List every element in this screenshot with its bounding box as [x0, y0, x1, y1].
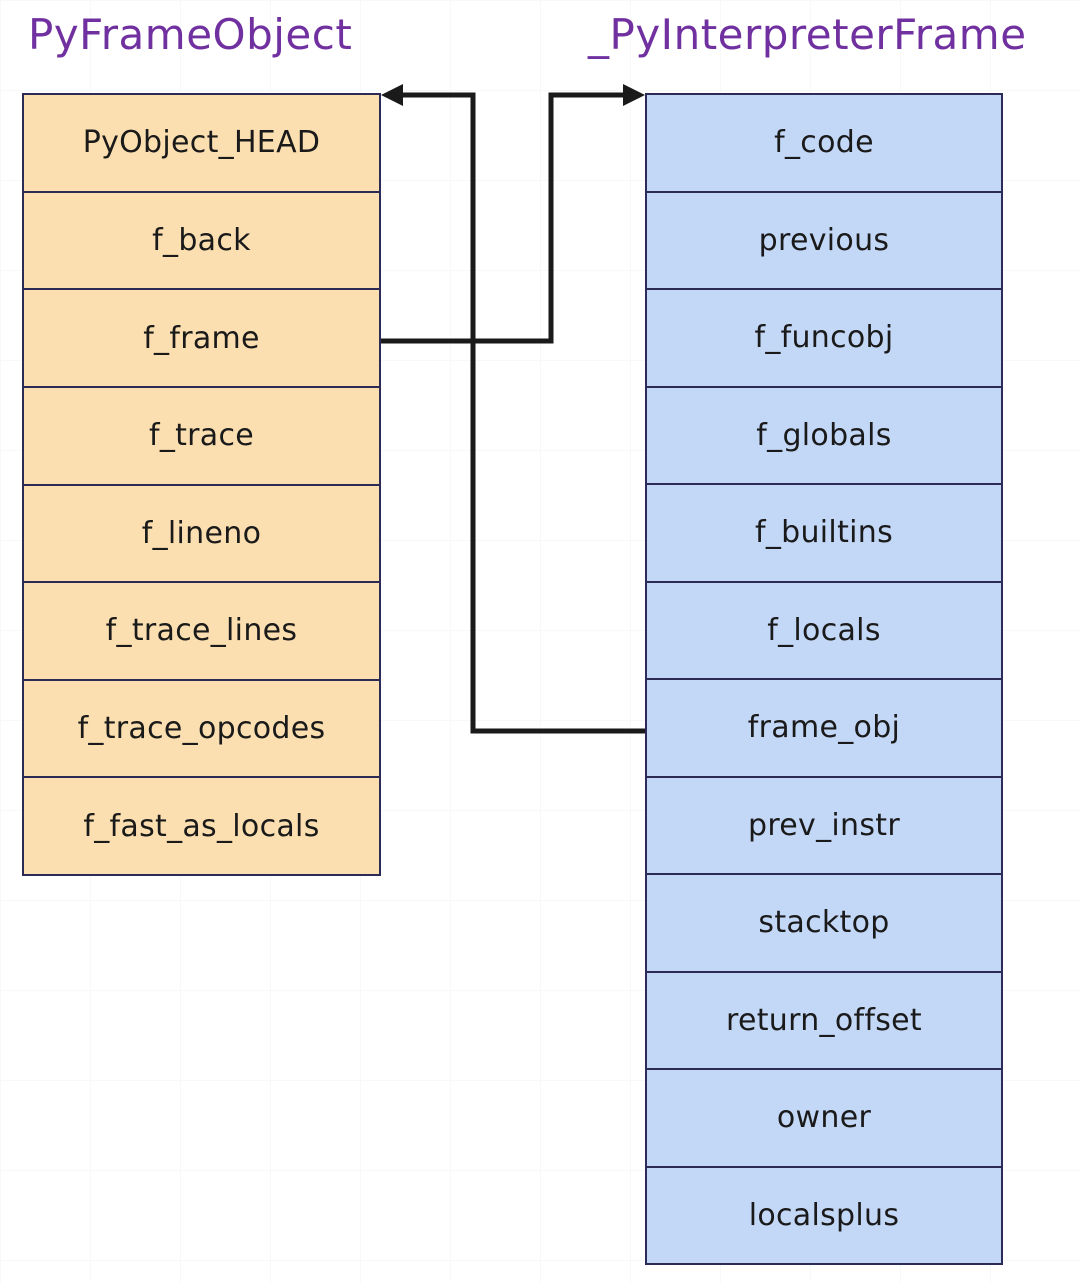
field-row: f_lineno	[24, 486, 379, 584]
connector-frame-obj-to-pyframeobject	[381, 84, 645, 734]
field-row: f_globals	[647, 388, 1001, 485]
arrowhead-right-icon	[623, 84, 645, 106]
connector-path	[381, 92, 632, 344]
field-row: f_trace_opcodes	[24, 681, 379, 779]
diagram-canvas: PyFrameObject _PyInterpreterFrame PyObje…	[0, 0, 1080, 1282]
field-row: prev_instr	[647, 778, 1001, 875]
struct-box-interpreterframe: f_code previous f_funcobj f_globals f_bu…	[645, 93, 1003, 1265]
field-row: f_back	[24, 193, 379, 291]
field-row: f_builtins	[647, 485, 1001, 583]
field-row: f_code	[647, 95, 1001, 193]
field-row: return_offset	[647, 973, 1001, 1070]
field-row: frame_obj	[647, 680, 1001, 778]
field-row: stacktop	[647, 875, 1001, 973]
connector-f-frame-to-interpreterframe	[381, 84, 645, 344]
field-row: f_funcobj	[647, 290, 1001, 388]
field-row: f_trace_lines	[24, 583, 379, 681]
struct-title-interpreterframe: _PyInterpreterFrame	[588, 10, 1027, 59]
field-row: localsplus	[748, 1197, 900, 1233]
field-row: f_frame	[24, 290, 379, 388]
field-row: PyObject_HEAD	[24, 95, 379, 193]
connector-path	[394, 92, 645, 734]
field-row: f_fast_as_locals	[83, 808, 320, 844]
field-row: f_trace	[24, 388, 379, 486]
field-row: f_locals	[647, 583, 1001, 680]
field-row: owner	[647, 1070, 1001, 1168]
field-row: previous	[647, 193, 1001, 290]
struct-title-pyframeobject: PyFrameObject	[28, 10, 353, 59]
struct-box-pyframeobject: PyObject_HEAD f_back f_frame f_trace f_l…	[22, 93, 381, 876]
arrowhead-left-icon	[381, 84, 403, 106]
